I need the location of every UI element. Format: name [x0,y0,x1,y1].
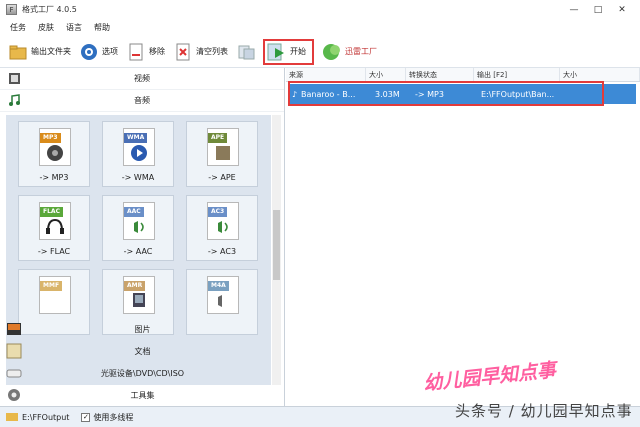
start-label: 开始 [290,47,306,56]
menu-language[interactable]: 语言 [66,22,82,33]
output-folder-status-icon[interactable] [6,411,18,424]
options-button[interactable]: 选项 [79,39,118,65]
format-aac-label: -> AAC [123,247,153,256]
multithread-label: 使用多线程 [93,412,134,422]
output-path[interactable]: E:\FFOutput [22,413,69,422]
aac-file-icon: AAC [123,202,155,240]
category-video-label: 视频 [134,74,150,83]
category-document-label: 文档 [134,346,151,356]
stop-factory-label: 迅雷工厂 [345,47,377,56]
options-icon [79,42,99,62]
column-status[interactable]: 转换状态 [406,68,474,81]
format-flac-label: -> FLAC [37,247,71,256]
maximize-button[interactable]: □ [586,0,610,19]
title-bar: F 格式工厂 4.0.5 — □ ✕ [0,0,640,19]
format-mp3-label: -> MP3 [39,173,69,182]
minimize-button[interactable]: — [562,0,586,19]
optical-drive-icon [6,365,22,381]
m4a-file-icon: M4A [207,276,239,314]
category-sidebar: 视频 音频 MP3 -> MP3 WMA -> WMA APE -> APE F… [0,68,285,406]
menu-bar: 任务 皮肤 语言 帮助 [0,19,640,36]
category-toolbox-label: 工具集 [130,390,155,400]
toolbar: 输出文件夹 选项 移除 清空列表 开始 迅雷工厂 [0,36,640,68]
options-label: 选项 [102,47,118,56]
clear-list-icon [173,42,193,62]
remove-button[interactable]: 移除 [126,39,165,65]
batch-icon-button[interactable] [236,39,259,65]
category-document[interactable]: 文档 [0,340,285,362]
format-mp3-button[interactable]: MP3 -> MP3 [18,121,90,187]
watermark-caption: 头条号 / 幼儿园早知点事 [455,402,633,420]
stop-factory-button[interactable]: 迅雷工厂 [322,39,377,65]
remove-label: 移除 [149,47,165,56]
category-audio[interactable]: 音频 [0,90,284,112]
column-output[interactable]: 输出 [F2] [474,68,560,81]
close-button[interactable]: ✕ [610,0,634,19]
clear-list-button[interactable]: 清空列表 [173,39,228,65]
wma-file-icon: WMA [123,128,155,166]
batch-icon [236,42,256,62]
output-folder-button[interactable]: 输出文件夹 [8,39,71,65]
mp3-file-icon: MP3 [39,128,71,166]
music-note-icon [8,94,21,107]
format-flac-button[interactable]: FLAC -> FLAC [18,195,90,261]
ac3-file-icon: AC3 [207,202,239,240]
window-title: 格式工厂 4.0.5 [22,5,77,14]
scrollbar-thumb[interactable] [273,210,280,280]
video-icon [8,72,21,85]
start-icon [267,42,287,62]
highlight-box [288,81,604,106]
format-wma-button[interactable]: WMA -> WMA [102,121,174,187]
format-wma-label: -> WMA [121,173,155,182]
format-ape-button[interactable]: APE -> APE [186,121,258,187]
thunder-icon [322,42,342,62]
remove-icon [126,42,146,62]
clear-list-label: 清空列表 [196,47,228,56]
category-picture[interactable]: 图片 [0,318,285,340]
category-optical[interactable]: 光驱设备\DVD\CD\ISO [0,362,285,384]
mmf-file-icon: MMF [39,276,71,314]
category-audio-label: 音频 [134,96,150,105]
start-button[interactable]: 开始 [263,38,314,65]
category-optical-label: 光驱设备\DVD\CD\ISO [100,368,185,378]
flac-file-icon: FLAC [39,202,71,240]
folder-icon [8,42,28,62]
menu-task[interactable]: 任务 [10,22,26,33]
category-picture-label: 图片 [134,324,151,334]
app-icon: F [6,4,17,15]
category-toolbox[interactable]: 工具集 [0,384,285,406]
document-icon [6,343,22,359]
format-ac3-label: -> AC3 [207,247,237,256]
format-ac3-button[interactable]: AC3 -> AC3 [186,195,258,261]
menu-help[interactable]: 帮助 [94,22,110,33]
column-source[interactable]: 来源 [286,68,366,81]
category-video[interactable]: 视频 [0,68,284,90]
format-ape-label: -> APE [208,173,236,182]
task-table: 来源 大小 转换状态 输出 [F2] 大小 ♪ Banaroo - B... 3… [286,68,640,406]
table-header: 来源 大小 转换状态 输出 [F2] 大小 [286,68,640,82]
ape-file-icon: APE [207,128,239,166]
output-folder-label: 输出文件夹 [31,47,71,56]
column-output-size[interactable]: 大小 [560,68,640,81]
column-size[interactable]: 大小 [366,68,406,81]
multithread-checkbox[interactable]: ✓ [81,412,91,422]
toolbox-icon [6,387,22,403]
format-aac-button[interactable]: AAC -> AAC [102,195,174,261]
picture-icon [6,321,22,337]
amr-file-icon: AMR [123,276,155,314]
menu-skin[interactable]: 皮肤 [38,22,54,33]
